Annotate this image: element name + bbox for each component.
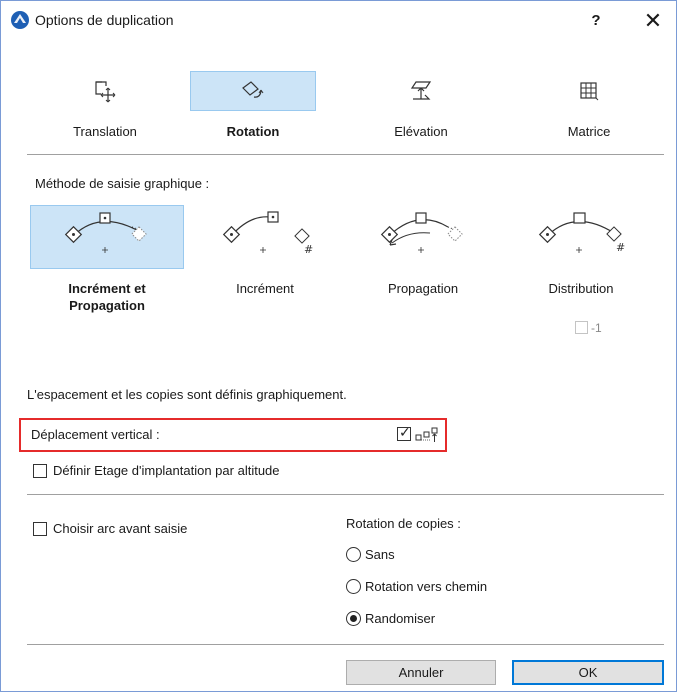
matrix-icon: [580, 82, 599, 101]
copy-rotation-label: Rotation de copies :: [346, 516, 461, 531]
copy-rotation-randomize-label: Randomiser: [365, 611, 436, 626]
mode-matrix-button[interactable]: [526, 71, 652, 111]
divider: [27, 644, 664, 645]
mode-rotation-label: Rotation: [226, 124, 280, 139]
vertical-shift-icon[interactable]: [415, 425, 439, 443]
distribution-minus-one-label: -1: [591, 321, 602, 335]
svg-text:#: #: [304, 243, 313, 256]
choose-arc-label: Choisir arc avant saisie: [53, 521, 188, 536]
mode-translation-label: Translation: [73, 124, 137, 139]
mode-matrix-label: Matrice: [567, 124, 611, 139]
choose-arc-checkbox[interactable]: [33, 522, 47, 536]
duplication-options-dialog: Options de duplication ? ✕ Translation R…: [0, 0, 677, 692]
copy-rotation-to-path-radio[interactable]: [346, 579, 361, 594]
rotation-icon: [242, 81, 264, 98]
vertical-shift-checkbox[interactable]: [397, 425, 411, 441]
divider: [27, 494, 664, 495]
archicad-app-icon: [11, 11, 29, 29]
mode-translation-button[interactable]: [42, 71, 168, 111]
ok-button[interactable]: OK: [512, 660, 664, 685]
translation-icon: [95, 81, 116, 103]
distribution-icon: #: [538, 212, 625, 254]
increment-propagation-icon: [64, 212, 147, 253]
mode-elevation-button[interactable]: [358, 71, 484, 111]
method-increment-label: Incrément: [236, 281, 294, 296]
close-button[interactable]: ✕: [637, 8, 669, 34]
method-distribution-button[interactable]: #: [504, 205, 658, 269]
method-propagation-label: Propagation: [387, 281, 459, 296]
define-story-checkbox[interactable]: [33, 464, 47, 478]
method-increment-propagation-label: Incrément et Propagation: [68, 281, 146, 313]
copy-rotation-none-radio[interactable]: [346, 547, 361, 562]
mode-rotation-button[interactable]: [190, 71, 316, 111]
copy-rotation-randomize-radio[interactable]: [346, 611, 361, 626]
copy-rotation-none-label: Sans: [365, 547, 395, 562]
vertical-shift-label: Déplacement vertical :: [31, 427, 160, 442]
elevation-icon: [410, 81, 432, 100]
method-increment-propagation-button[interactable]: [30, 205, 184, 269]
copy-rotation-to-path-label: Rotation vers chemin: [365, 579, 488, 594]
propagation-icon: [380, 212, 463, 253]
divider: [27, 154, 664, 155]
method-increment-button[interactable]: #: [188, 205, 342, 269]
method-section-label: Méthode de saisie graphique :: [35, 176, 210, 191]
dialog-title: Options de duplication: [35, 12, 174, 28]
mode-elevation-label: Elévation: [394, 124, 448, 139]
svg-text:#: #: [616, 241, 625, 254]
title-bar: Options de duplication ? ✕: [1, 1, 676, 41]
method-propagation-button[interactable]: [346, 205, 500, 269]
info-text: L'espacement et les copies sont définis …: [27, 387, 347, 402]
method-distribution-label: Distribution: [548, 281, 614, 296]
increment-icon: #: [222, 211, 313, 256]
define-story-label: Définir Etage d'implantation par altitud…: [53, 463, 280, 478]
cancel-button[interactable]: Annuler: [346, 660, 496, 685]
help-button[interactable]: ?: [581, 8, 611, 34]
distribution-minus-one-checkbox[interactable]: [575, 321, 588, 334]
